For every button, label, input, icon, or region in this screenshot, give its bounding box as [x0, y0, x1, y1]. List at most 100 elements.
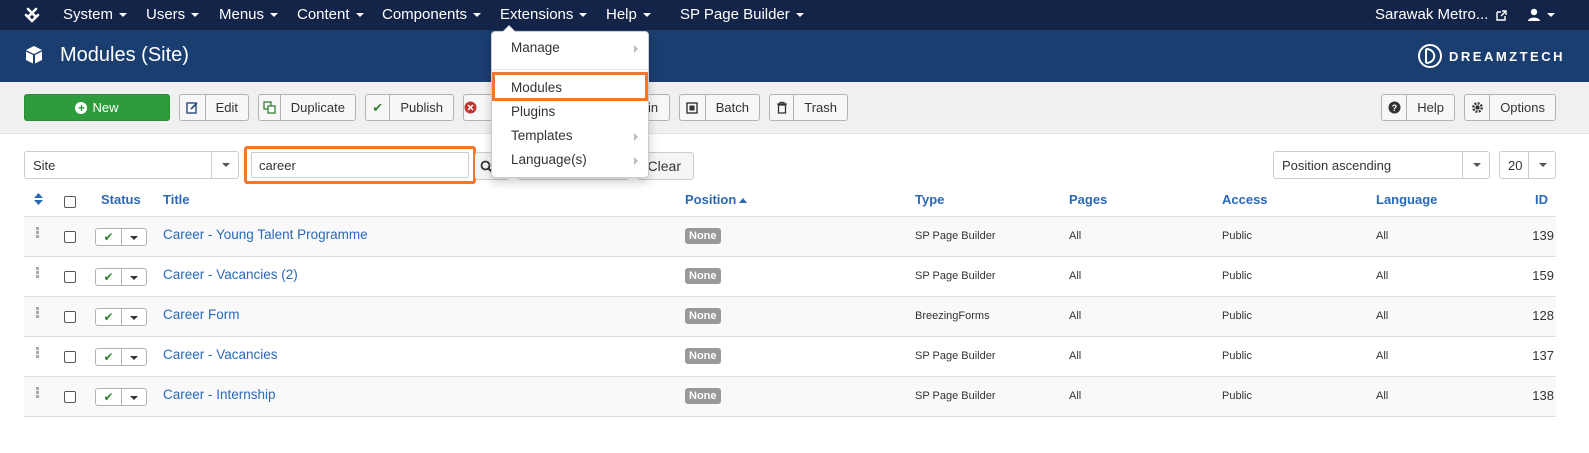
status-toggle[interactable]: ✔	[95, 228, 147, 246]
chevron-down-icon	[1528, 152, 1555, 178]
check-icon[interactable]: ✔	[96, 269, 122, 285]
client-select[interactable]: Site	[24, 151, 239, 179]
row-title-link[interactable]: Career - Vacancies	[163, 347, 278, 362]
chevron-down-icon[interactable]	[122, 389, 146, 405]
nav-menus-label: Menus	[219, 6, 265, 23]
dreamztech-logo-icon	[1418, 44, 1442, 68]
menu-item-languages[interactable]: Language(s)	[492, 149, 648, 171]
modules-highlight	[492, 72, 648, 101]
menu-item-templates[interactable]: Templates	[492, 125, 648, 147]
row-checkbox[interactable]	[64, 391, 76, 403]
clear-button-label: Clear	[647, 158, 681, 174]
drag-handle-icon[interactable]	[36, 307, 40, 319]
duplicate-button-label: Duplicate	[290, 100, 345, 115]
nav-system[interactable]: System	[63, 0, 128, 30]
row-language: All	[1376, 230, 1389, 242]
column-status[interactable]: Status	[101, 192, 141, 207]
options-button[interactable]: Options	[1464, 94, 1556, 121]
trash-button[interactable]: Trash	[769, 94, 848, 121]
row-checkbox[interactable]	[64, 351, 76, 363]
table-row: ✔ Career - Internship None SP Page Build…	[24, 377, 1556, 417]
row-checkbox[interactable]	[64, 271, 76, 283]
publish-button[interactable]: ✔ Publish	[365, 94, 454, 121]
chevron-down-icon[interactable]	[122, 349, 146, 365]
column-position-label: Position	[685, 192, 737, 207]
user-menu[interactable]	[1527, 0, 1555, 30]
chevron-down-icon[interactable]	[122, 309, 146, 325]
batch-button[interactable]: Batch	[679, 94, 760, 121]
drag-handle-icon[interactable]	[36, 227, 40, 239]
chevron-down-icon[interactable]	[122, 269, 146, 285]
column-access[interactable]: Access	[1222, 192, 1268, 207]
check-icon[interactable]: ✔	[96, 309, 122, 325]
chevron-right-icon	[634, 45, 638, 53]
caret-down-icon	[642, 13, 651, 18]
status-toggle[interactable]: ✔	[95, 348, 147, 366]
unpublish-button[interactable]	[463, 94, 493, 121]
brand-logo: DREAMZTECH	[1417, 43, 1565, 69]
row-access: Public	[1222, 270, 1252, 282]
toolbar: + New Edit Duplicate ✔ Publish in Batch T…	[0, 82, 1589, 134]
row-checkbox[interactable]	[64, 231, 76, 243]
drag-handle-icon[interactable]	[36, 387, 40, 399]
menu-item-manage[interactable]: Manage	[492, 37, 648, 59]
sort-select[interactable]: Position ascending	[1273, 151, 1490, 179]
column-id[interactable]: ID	[1535, 192, 1548, 207]
new-button[interactable]: + New	[24, 94, 170, 121]
column-title[interactable]: Title	[163, 192, 190, 207]
trash-button-label: Trash	[804, 100, 837, 115]
status-toggle[interactable]: ✔	[95, 268, 147, 286]
page-title: Modules (Site)	[60, 44, 189, 66]
check-icon[interactable]: ✔	[96, 229, 122, 245]
site-link[interactable]: Sarawak Metro...	[1375, 0, 1507, 30]
menu-item-plugins[interactable]: Plugins	[492, 101, 648, 123]
row-title-link[interactable]: Career Form	[163, 307, 240, 322]
row-title-link[interactable]: Career - Internship	[163, 387, 276, 402]
edit-button[interactable]: Edit	[179, 94, 249, 121]
duplicate-button[interactable]: Duplicate	[258, 94, 356, 121]
nav-content[interactable]: Content	[297, 0, 364, 30]
row-id: 128	[1532, 308, 1554, 323]
drag-handle-icon[interactable]	[36, 267, 40, 279]
user-icon	[1528, 8, 1540, 22]
limit-select[interactable]: 20	[1499, 151, 1556, 179]
status-toggle[interactable]: ✔	[95, 308, 147, 326]
nav-help[interactable]: Help	[606, 0, 651, 30]
row-title-link[interactable]: Career - Young Talent Programme	[163, 227, 368, 242]
row-title-link[interactable]: Career - Vacancies (2)	[163, 267, 298, 282]
check-icon[interactable]: ✔	[96, 389, 122, 405]
table-row: ✔ Career - Young Talent Programme None S…	[24, 217, 1556, 257]
row-pages: All	[1069, 350, 1082, 362]
gear-icon	[1465, 95, 1491, 120]
caret-down-icon	[119, 13, 128, 18]
drag-handle-icon[interactable]	[36, 347, 40, 359]
row-checkbox[interactable]	[64, 311, 76, 323]
check-icon: ✔	[366, 95, 391, 120]
nav-menus[interactable]: Menus	[219, 0, 279, 30]
chevron-down-icon[interactable]	[122, 229, 146, 245]
joomla-logo-icon[interactable]	[22, 5, 42, 25]
svg-text:?: ?	[1391, 103, 1397, 113]
nav-components[interactable]: Components	[382, 0, 482, 30]
row-language: All	[1376, 390, 1389, 402]
caret-down-icon	[270, 13, 279, 18]
select-all-checkbox[interactable]	[64, 196, 76, 208]
extensions-dropdown-menu: Manage Modules Plugins Templates Languag…	[491, 25, 649, 178]
position-badge: None	[685, 308, 721, 324]
site-link-label: Sarawak Metro...	[1375, 6, 1489, 23]
check-icon[interactable]: ✔	[96, 349, 122, 365]
column-type[interactable]: Type	[915, 192, 944, 207]
sort-up-icon	[739, 198, 748, 204]
search-input[interactable]	[251, 152, 469, 178]
nav-sp-page-builder[interactable]: SP Page Builder	[680, 0, 804, 30]
status-toggle[interactable]: ✔	[95, 388, 147, 406]
column-language[interactable]: Language	[1376, 192, 1437, 207]
caret-down-icon	[355, 13, 364, 18]
help-button[interactable]: ? Help	[1381, 94, 1455, 121]
row-type: BreezingForms	[915, 310, 990, 322]
column-position[interactable]: Position	[685, 192, 748, 207]
column-pages[interactable]: Pages	[1069, 192, 1107, 207]
sort-select-value: Position ascending	[1282, 158, 1392, 173]
sort-ordering-icon[interactable]	[34, 193, 43, 205]
nav-users[interactable]: Users	[146, 0, 200, 30]
